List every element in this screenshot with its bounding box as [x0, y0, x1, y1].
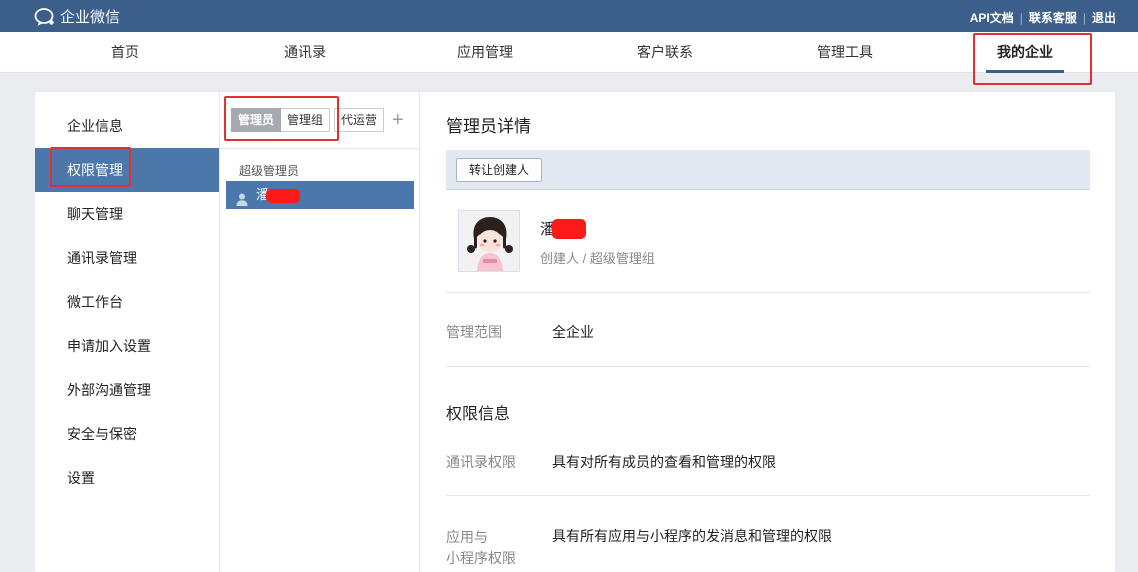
add-icon[interactable]: +: [392, 108, 404, 132]
nav-home[interactable]: 首页: [65, 32, 185, 73]
nav-my-enterprise-label: 我的企业: [997, 44, 1053, 60]
sidebar-item-external-communication[interactable]: 外部沟通管理: [35, 368, 219, 412]
nav-contacts[interactable]: 通讯录: [245, 32, 365, 73]
nav-my-enterprise[interactable]: 我的企业: [965, 32, 1085, 73]
divider: |: [1019, 10, 1023, 25]
tab-admins[interactable]: 管理员: [231, 108, 282, 132]
redaction-mark: [552, 218, 587, 239]
contacts-permission-value: 具有对所有成员的查看和管理的权限: [552, 454, 776, 470]
divider: [446, 292, 1090, 293]
avatar: [458, 210, 520, 272]
logout-link[interactable]: 退出: [1092, 9, 1116, 26]
sidebar-item-contacts-management[interactable]: 通讯录管理: [35, 236, 219, 280]
sidebar-item-settings[interactable]: 设置: [35, 456, 219, 500]
divider: [220, 148, 419, 149]
person-icon: [236, 188, 248, 216]
divider: [446, 495, 1090, 496]
tab-admin-groups[interactable]: 管理组: [281, 108, 331, 132]
wework-logo-icon: [34, 7, 56, 27]
nav-customer-contact[interactable]: 客户联系: [605, 32, 725, 73]
main-nav: 首页 通讯录 应用管理 客户联系 管理工具 我的企业: [0, 32, 1138, 73]
admin-list-panel: 管理员 管理组 代运营 + 超级管理员 潘: [220, 92, 420, 572]
sidebar-item-security[interactable]: 安全与保密: [35, 412, 219, 456]
nav-management-tools[interactable]: 管理工具: [785, 32, 905, 73]
sidebar-item-permissions[interactable]: 权限管理: [35, 148, 219, 192]
redaction-mark: [266, 188, 301, 203]
tab-agency-operation[interactable]: 代运营: [334, 108, 385, 132]
scope-label: 管理范围: [446, 324, 502, 340]
contacts-permission-label: 通讯录权限: [446, 454, 516, 470]
contact-support-link[interactable]: 联系客服: [1029, 9, 1077, 26]
settings-sidebar: 企业信息 权限管理 聊天管理 通讯录管理 微工作台 申请加入设置 外部沟通管理 …: [35, 92, 220, 572]
active-tab-underline: [986, 70, 1064, 73]
person-name: 潘: [540, 218, 587, 239]
app-permission-value: 具有所有应用与小程序的发消息和管理的权限: [552, 528, 832, 544]
person-role: 创建人 / 超级管理组: [540, 251, 655, 266]
sidebar-item-enterprise-info[interactable]: 企业信息: [35, 104, 219, 148]
app-permission-label-line2: 小程序权限: [446, 550, 516, 566]
permissions-section-title: 权限信息: [446, 406, 511, 423]
divider: [446, 366, 1090, 367]
admin-list-item[interactable]: 潘: [226, 181, 414, 209]
super-admin-group-label: 超级管理员: [239, 164, 300, 178]
top-links: API文档 | 联系客服 | 退出: [970, 9, 1116, 26]
api-docs-link[interactable]: API文档: [970, 9, 1014, 26]
page-title: 管理员详情: [446, 117, 531, 136]
sidebar-item-micro-workbench[interactable]: 微工作台: [35, 280, 219, 324]
app-logo[interactable]: 企业微信: [34, 6, 120, 27]
admin-tab-group: 管理员 管理组 代运营: [231, 108, 385, 132]
transfer-creator-button[interactable]: 转让创建人: [456, 158, 543, 182]
sidebar-item-chat-management[interactable]: 聊天管理: [35, 192, 219, 236]
scope-value: 全企业: [552, 324, 594, 340]
admin-detail-panel: 管理员详情 转让创建人 潘 创建人 / 超级管理组 管理范围 全企业 权限信息 …: [446, 92, 1091, 572]
top-bar: 企业微信 API文档 | 联系客服 | 退出: [0, 0, 1138, 32]
content-panel: 企业信息 权限管理 聊天管理 通讯录管理 微工作台 申请加入设置 外部沟通管理 …: [35, 92, 1115, 572]
app-title: 企业微信: [60, 9, 121, 26]
nav-app-management[interactable]: 应用管理: [425, 32, 545, 73]
divider: |: [1082, 10, 1086, 25]
app-permission-label-line1: 应用与: [446, 529, 488, 545]
detail-action-bar: 转让创建人: [446, 150, 1090, 190]
sidebar-item-join-settings[interactable]: 申请加入设置: [35, 324, 219, 368]
